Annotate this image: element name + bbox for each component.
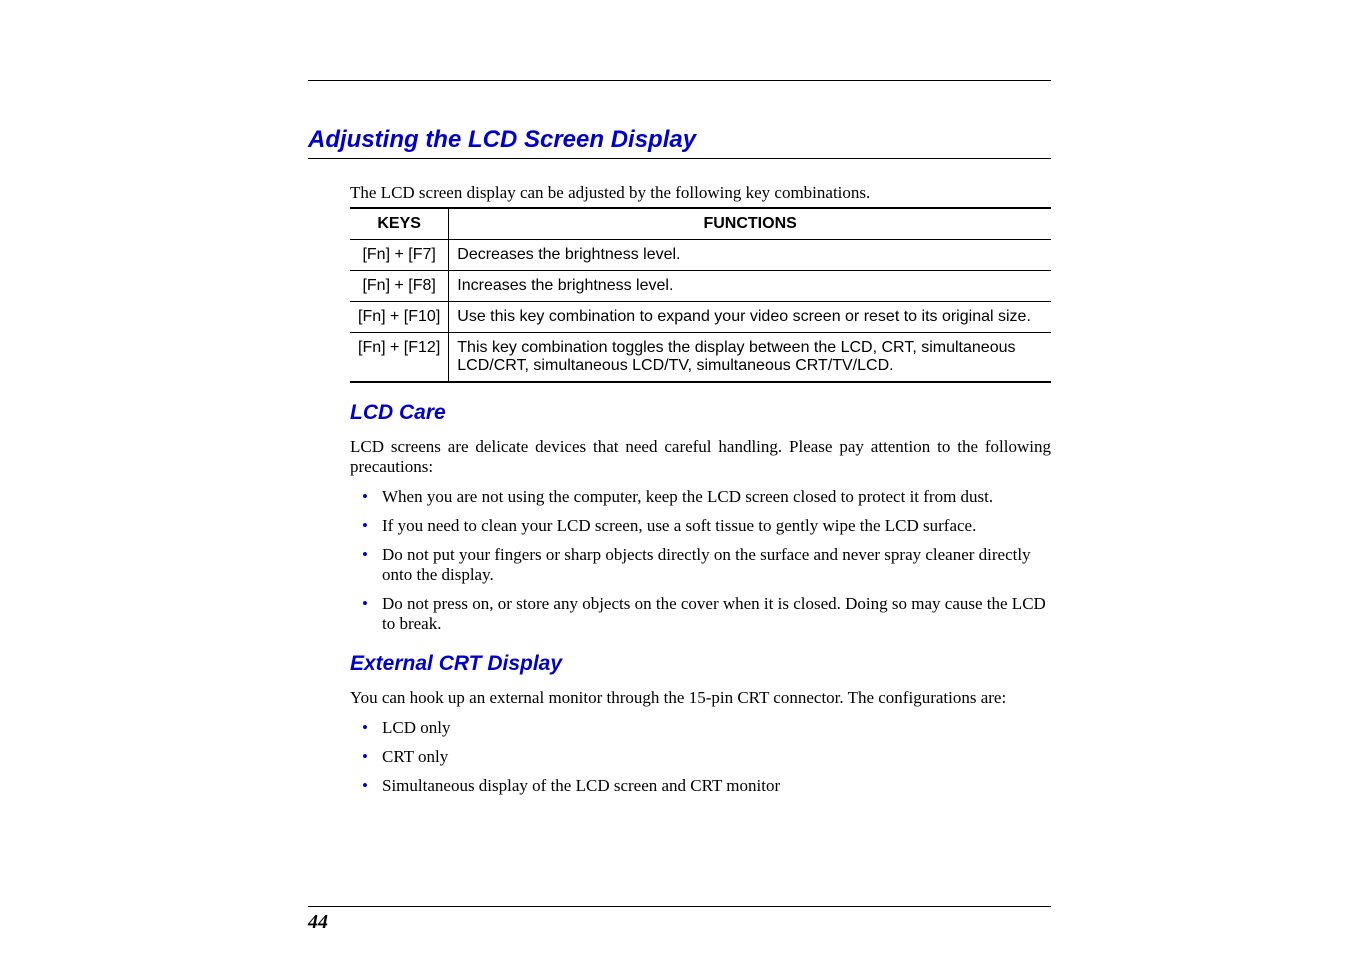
table-row: [Fn] + [F12] This key combination toggle… <box>350 333 1051 383</box>
top-rule <box>308 80 1051 81</box>
external-crt-list: LCD only CRT only Simultaneous display o… <box>350 718 1051 796</box>
table-row: [Fn] + [F8] Increases the brightness lev… <box>350 271 1051 302</box>
section-title-lcd-care: LCD Care <box>350 401 1051 425</box>
intro-text: The LCD screen display can be adjusted b… <box>350 183 1051 203</box>
lcd-care-para: LCD screens are delicate devices that ne… <box>350 437 1051 477</box>
list-item: Do not put your fingers or sharp objects… <box>350 545 1051 585</box>
section-title-external-crt: External CRT Display <box>350 652 1051 676</box>
header-functions: FUNCTIONS <box>449 208 1051 240</box>
external-crt-para: You can hook up an external monitor thro… <box>350 688 1051 708</box>
func-cell: This key combination toggles the display… <box>449 333 1051 383</box>
keys-cell: [Fn] + [F12] <box>350 333 449 383</box>
page-number: 44 <box>308 911 328 933</box>
keys-cell: [Fn] + [F10] <box>350 302 449 333</box>
keys-cell: [Fn] + [F7] <box>350 240 449 271</box>
list-item: CRT only <box>350 747 1051 767</box>
table-header-row: KEYS FUNCTIONS <box>350 208 1051 240</box>
content-body: The LCD screen display can be adjusted b… <box>308 183 1051 796</box>
header-keys: KEYS <box>350 208 449 240</box>
table-row: [Fn] + [F10] Use this key combination to… <box>350 302 1051 333</box>
list-item: If you need to clean your LCD screen, us… <box>350 516 1051 536</box>
func-cell: Use this key combination to expand your … <box>449 302 1051 333</box>
lcd-care-list: When you are not using the computer, kee… <box>350 487 1051 634</box>
func-cell: Increases the brightness level. <box>449 271 1051 302</box>
functions-table: KEYS FUNCTIONS [Fn] + [F7] Decreases the… <box>350 207 1051 383</box>
table-row: [Fn] + [F7] Decreases the brightness lev… <box>350 240 1051 271</box>
list-item: LCD only <box>350 718 1051 738</box>
keys-cell: [Fn] + [F8] <box>350 271 449 302</box>
func-cell: Decreases the brightness level. <box>449 240 1051 271</box>
list-item: Do not press on, or store any objects on… <box>350 594 1051 634</box>
footer: 44 <box>308 906 1051 934</box>
title-underline <box>308 158 1051 159</box>
page-title: Adjusting the LCD Screen Display <box>308 126 1051 154</box>
list-item: When you are not using the computer, kee… <box>350 487 1051 507</box>
page: Adjusting the LCD Screen Display The LCD… <box>0 0 1351 954</box>
list-item: Simultaneous display of the LCD screen a… <box>350 776 1051 796</box>
